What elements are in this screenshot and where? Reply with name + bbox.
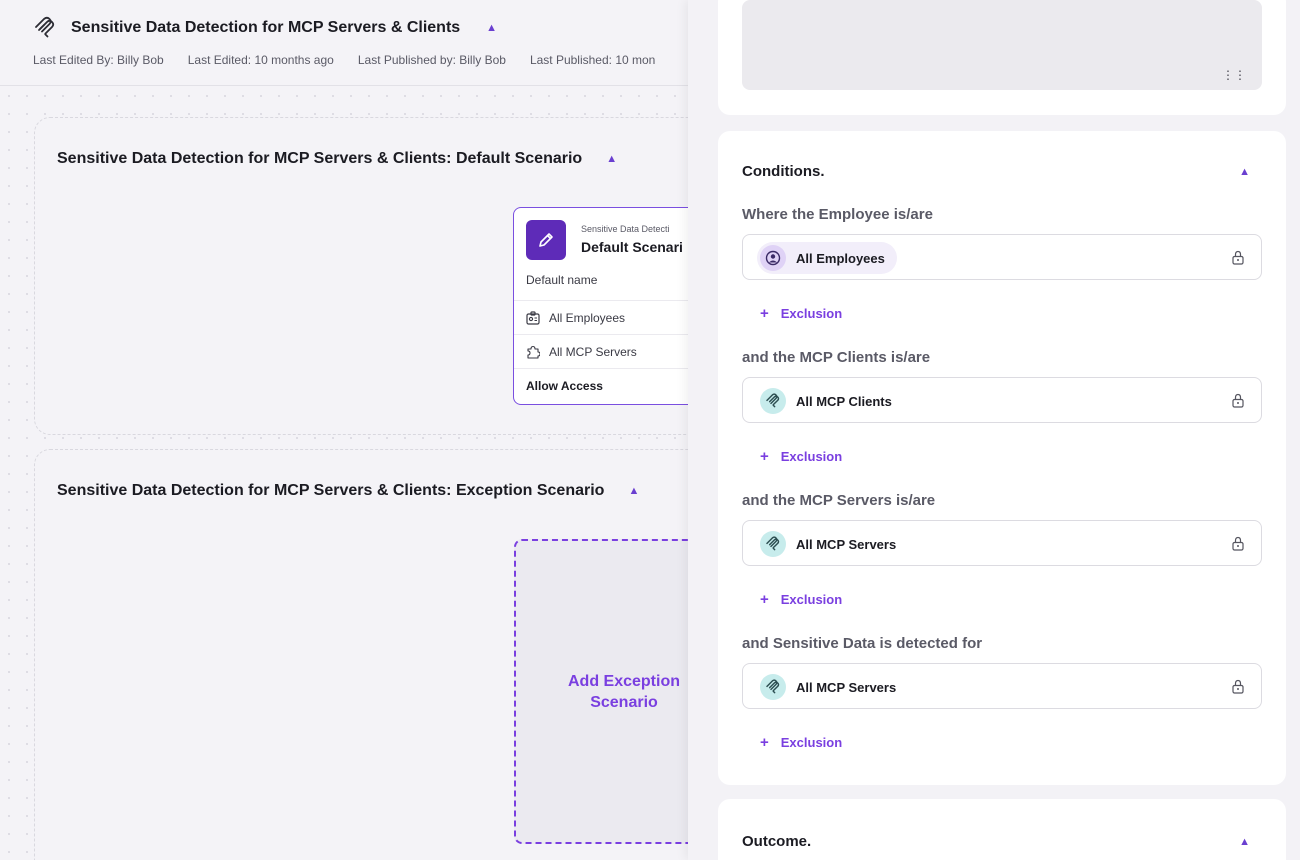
header-meta: Last Edited By: Billy Bob Last Edited: 1…	[33, 53, 679, 67]
conditions-section: Conditions. ▲ Where the Employee is/are …	[718, 131, 1286, 785]
chevron-up-icon[interactable]: ▲	[1239, 836, 1250, 848]
lock-icon	[1232, 393, 1244, 408]
details-panel: ⋮⋮ Conditions. ▲ Where the Employee is/a…	[688, 0, 1300, 860]
card-title: Default Scenari	[581, 239, 683, 255]
add-sensitive-data-exclusion-button[interactable]: + Exclusion	[760, 734, 842, 751]
last-edited: Last Edited: 10 months ago	[187, 53, 334, 67]
mcp-clients-condition-field[interactable]: All MCP Clients	[742, 377, 1262, 423]
last-edited-by: Last Edited By: Billy Bob	[33, 53, 164, 67]
lock-icon	[1232, 250, 1244, 265]
plus-icon: +	[760, 591, 769, 608]
page-title: Sensitive Data Detection for MCP Servers…	[71, 19, 461, 36]
plus-icon: +	[760, 734, 769, 751]
employee-condition-label: Where the Employee is/are	[742, 206, 933, 223]
outcome-section: Outcome. ▲	[718, 799, 1286, 860]
lock-icon	[1232, 536, 1244, 551]
mcp-logo-icon	[760, 531, 786, 557]
chevron-up-icon[interactable]: ▲	[1239, 166, 1250, 178]
mcp-servers-condition-field[interactable]: All MCP Servers	[742, 520, 1262, 566]
mcp-servers-condition-label: and the MCP Servers is/are	[742, 492, 936, 509]
mcp-logo-icon	[760, 674, 786, 700]
last-published-by: Last Published by: Billy Bob	[357, 53, 506, 67]
add-exception-label: Add Exception Scenario	[567, 672, 680, 711]
header-title-row: Sensitive Data Detection for MCP Servers…	[33, 16, 497, 40]
puzzle-icon	[527, 345, 540, 359]
chevron-up-icon[interactable]: ▲	[606, 153, 617, 165]
pencil-icon	[526, 220, 566, 260]
conditions-heading: Conditions.	[742, 163, 825, 180]
outcome-heading: Outcome.	[742, 833, 812, 850]
mcp-clients-chip: All MCP Clients	[757, 385, 904, 417]
description-section: ⋮⋮	[718, 0, 1286, 115]
add-mcp-servers-exclusion-button[interactable]: + Exclusion	[760, 591, 842, 608]
plus-icon: +	[760, 448, 769, 465]
sensitive-data-condition-field[interactable]: All MCP Servers	[742, 663, 1262, 709]
sensitive-data-chip: All MCP Servers	[757, 671, 908, 703]
add-employee-exclusion-button[interactable]: + Exclusion	[760, 305, 842, 322]
default-scenario-title: Sensitive Data Detection for MCP Servers…	[57, 150, 618, 167]
employee-condition-field[interactable]: All Employees	[742, 234, 1262, 280]
description-textarea[interactable]	[742, 0, 1262, 90]
user-circle-icon	[760, 245, 786, 271]
lock-icon	[1232, 679, 1244, 694]
last-published: Last Published: 10 mon	[529, 53, 656, 67]
id-badge-icon	[526, 310, 540, 325]
mcp-clients-condition-label: and the MCP Clients is/are	[742, 349, 931, 366]
mcp-servers-chip: All MCP Servers	[757, 528, 908, 560]
chevron-up-icon[interactable]: ▲	[486, 22, 497, 34]
card-subtitle: Sensitive Data Detecti	[581, 224, 670, 234]
card-description: Default name	[526, 273, 598, 287]
mcp-logo-icon	[760, 388, 786, 414]
mcp-logo-icon	[35, 16, 55, 38]
grip-icon[interactable]: ⋮⋮	[1222, 68, 1246, 82]
employee-chip: All Employees	[757, 242, 897, 274]
chevron-up-icon[interactable]: ▲	[628, 485, 639, 497]
exception-scenario-title: Sensitive Data Detection for MCP Servers…	[57, 482, 640, 499]
plus-icon: +	[760, 305, 769, 322]
add-mcp-clients-exclusion-button[interactable]: + Exclusion	[760, 448, 842, 465]
sensitive-data-condition-label: and Sensitive Data is detected for	[742, 635, 983, 652]
